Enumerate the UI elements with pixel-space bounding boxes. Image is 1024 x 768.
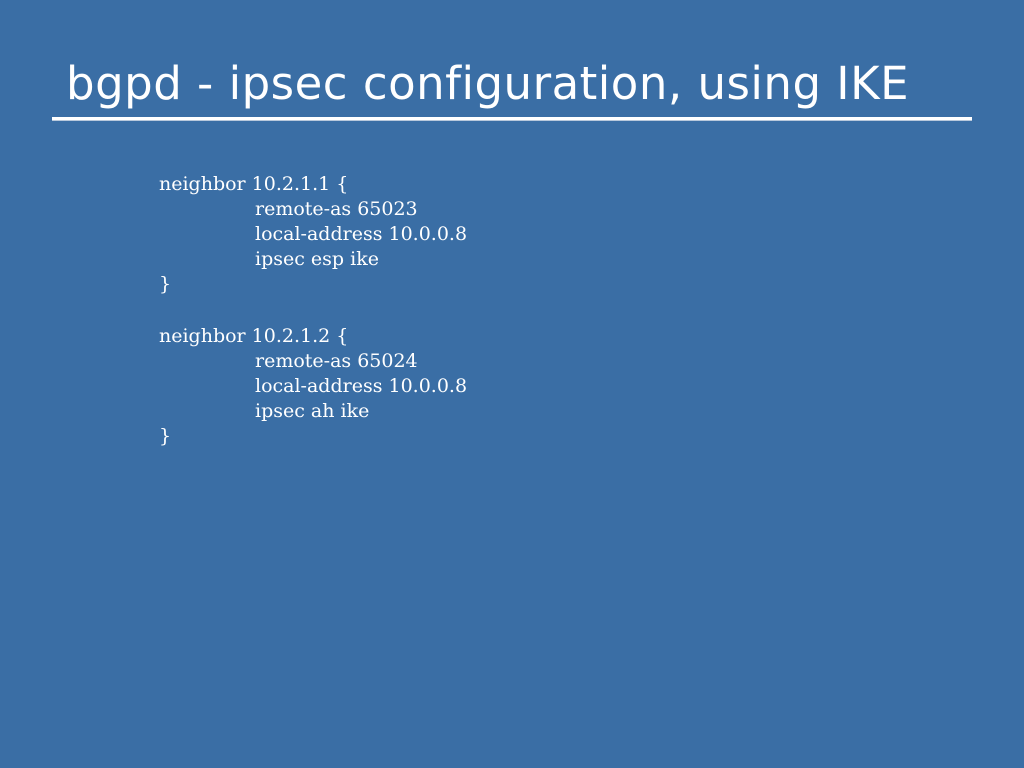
title-underline xyxy=(52,117,972,120)
neighbor-close-line: } xyxy=(159,425,172,447)
slide: bgpd - ipsec configuration, using IKE ne… xyxy=(0,0,1024,768)
neighbor-block-2: neighbor 10.2.1.2 { remote-as 65024 loca… xyxy=(159,324,859,449)
local-address-line: local-address 10.0.0.8 xyxy=(255,223,468,245)
neighbor-block-1: neighbor 10.2.1.1 { remote-as 65023 loca… xyxy=(159,172,859,297)
config-code-block: neighbor 10.2.1.1 { remote-as 65023 loca… xyxy=(159,172,859,476)
slide-title: bgpd - ipsec configuration, using IKE xyxy=(66,57,910,110)
neighbor-open-line: neighbor 10.2.1.2 { xyxy=(159,325,349,347)
remote-as-line: remote-as 65023 xyxy=(255,198,418,220)
ipsec-line: ipsec esp ike xyxy=(255,248,379,270)
remote-as-line: remote-as 65024 xyxy=(255,350,418,372)
ipsec-line: ipsec ah ike xyxy=(255,400,370,422)
neighbor-close-line: } xyxy=(159,273,172,295)
neighbor-open-line: neighbor 10.2.1.1 { xyxy=(159,173,349,195)
local-address-line: local-address 10.0.0.8 xyxy=(255,375,468,397)
